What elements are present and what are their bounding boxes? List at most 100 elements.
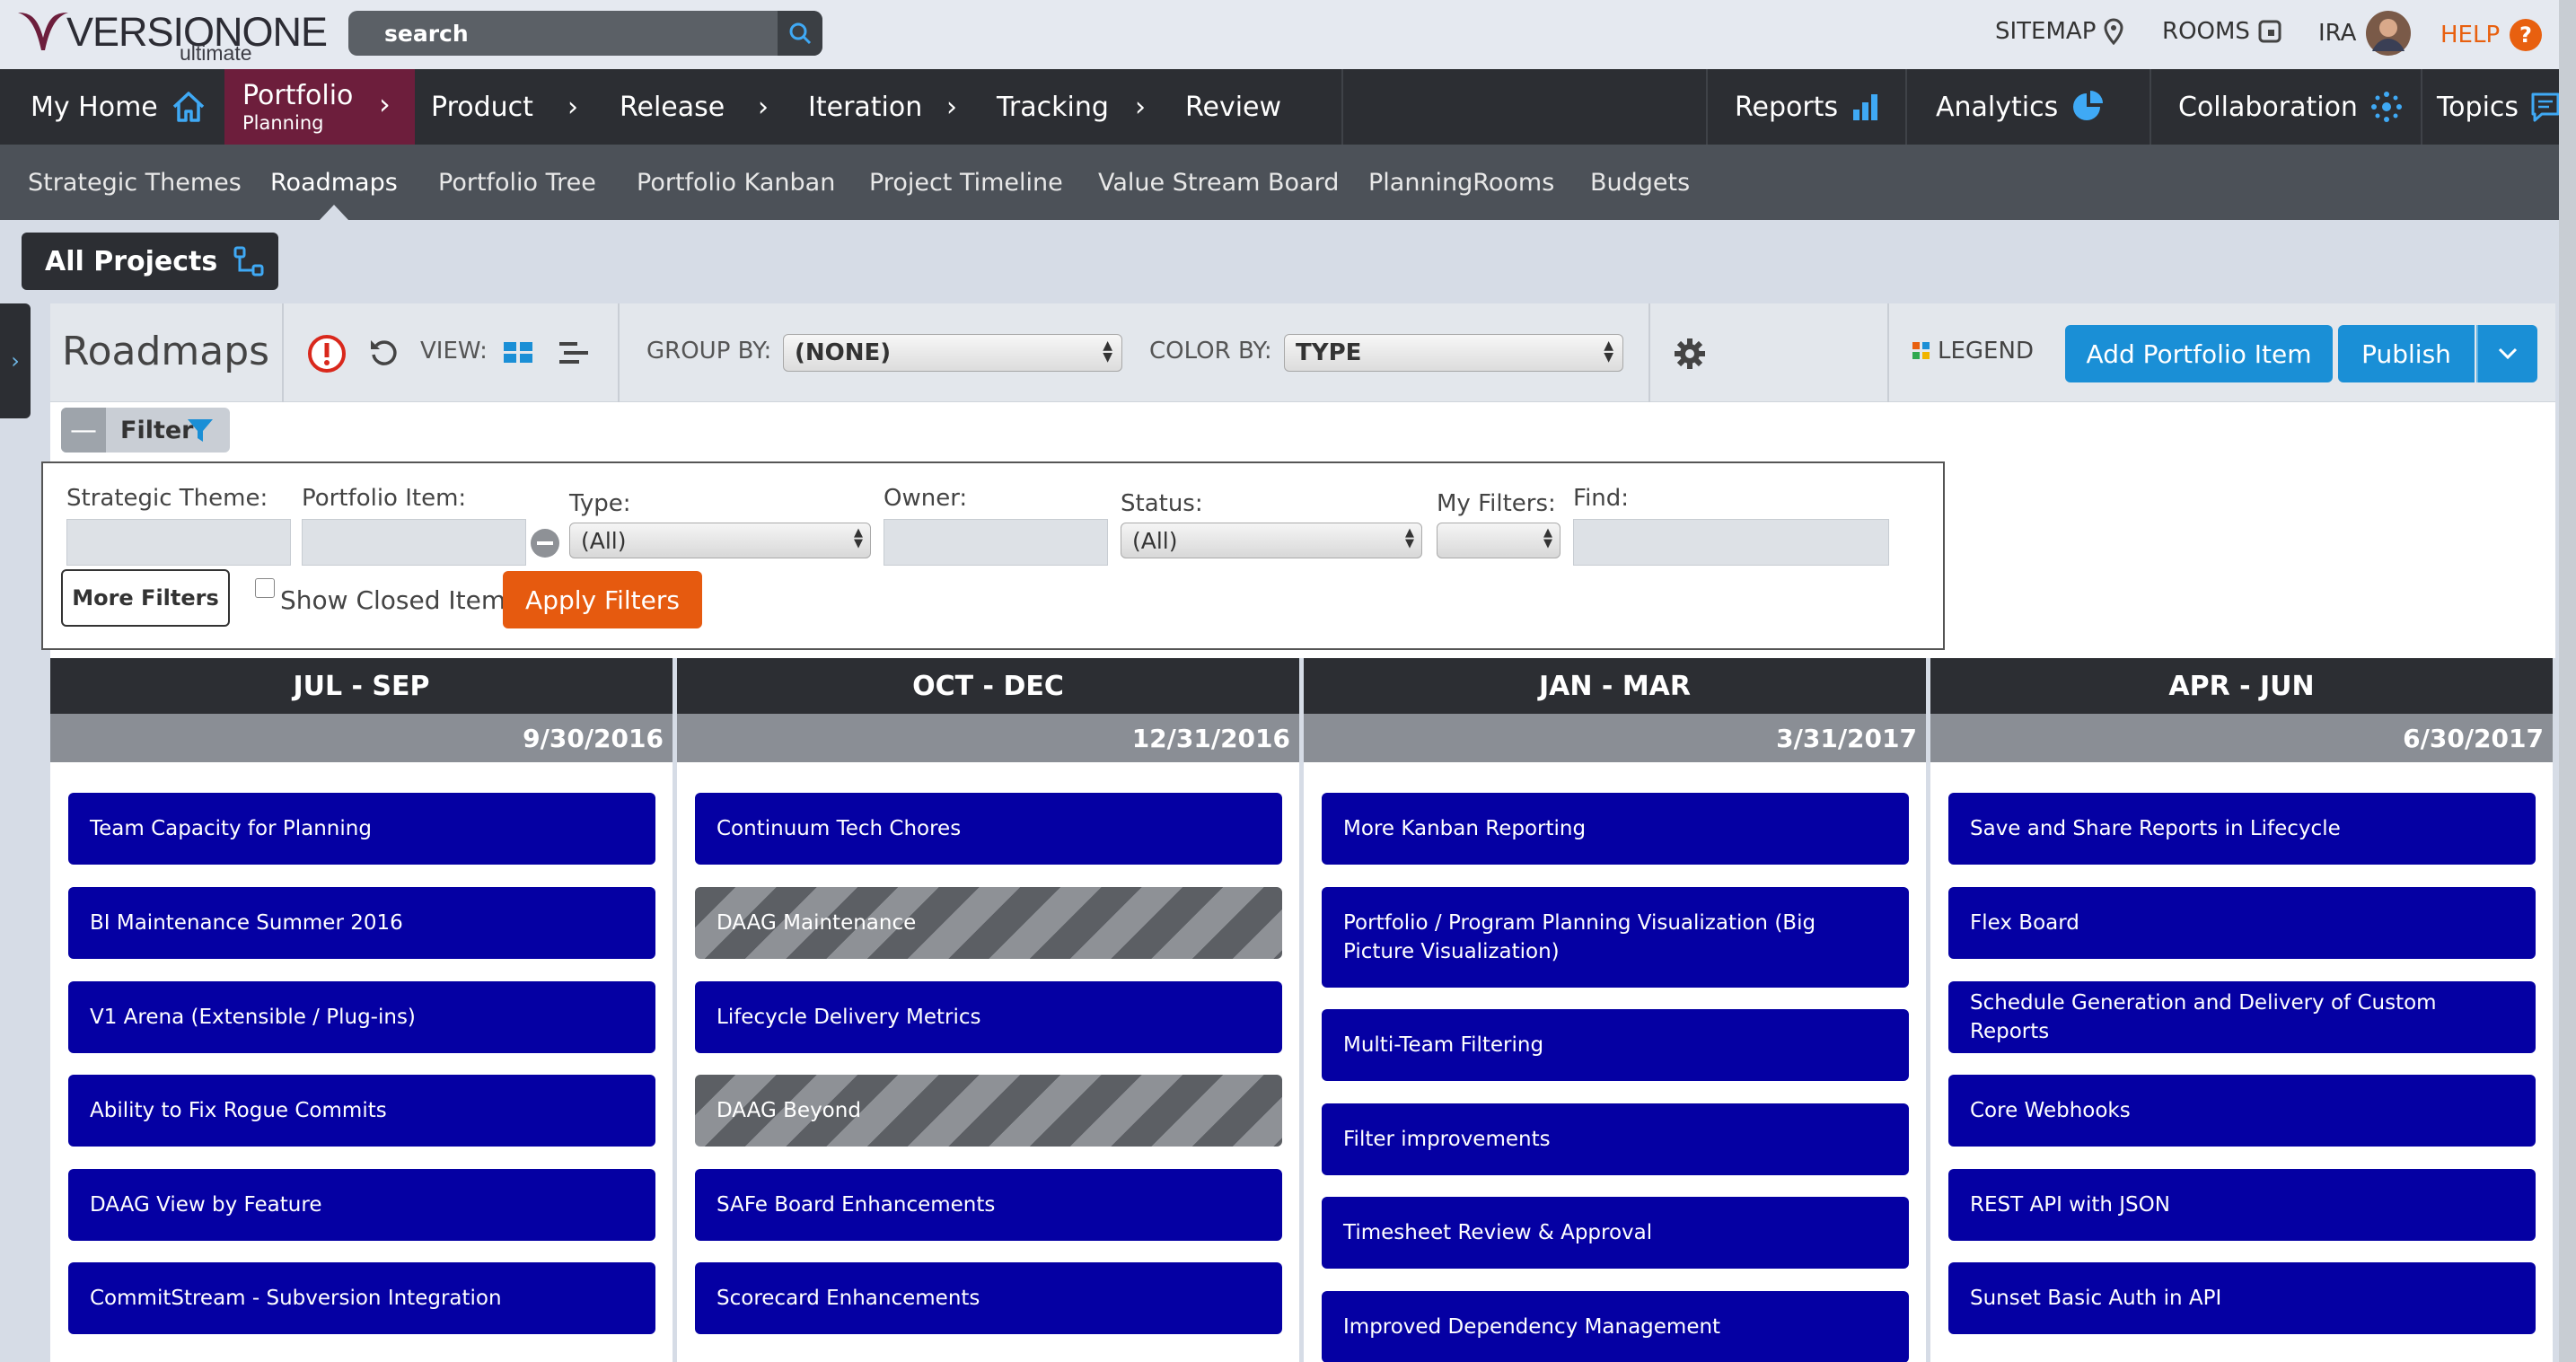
roadmap-card[interactable]: Ability to Fix Rogue Commits (68, 1075, 655, 1147)
roadmap-card[interactable]: More Kanban Reporting (1322, 793, 1909, 865)
refresh-icon[interactable] (368, 338, 399, 368)
user-menu[interactable]: IRA (2318, 9, 2412, 57)
page-scrollbar[interactable] (2559, 0, 2576, 1362)
side-panel-toggle[interactable]: › (0, 303, 31, 418)
subnav-value-stream-board[interactable]: Value Stream Board (1098, 145, 1339, 220)
color-by-value: TYPE (1296, 339, 1362, 366)
roadmap-card[interactable]: Filter improvements (1322, 1103, 1909, 1175)
roadmap-card[interactable]: Multi-Team Filtering (1322, 1009, 1909, 1081)
nav-tracking[interactable]: Tracking (997, 69, 1109, 145)
apply-filters-button[interactable]: Apply Filters (503, 571, 702, 628)
roadmap-card[interactable]: Save and Share Reports in Lifecycle (1948, 793, 2536, 865)
active-tab-indicator (320, 205, 348, 220)
roadmap-card[interactable]: Team Capacity for Planning (68, 793, 655, 865)
nav-topics[interactable]: Topics (2421, 69, 2576, 145)
publish-dropdown-button[interactable] (2476, 325, 2537, 382)
roadmap-card[interactable]: DAAG Beyond (695, 1075, 1282, 1147)
chevron-right-icon: › (379, 87, 391, 121)
roadmap-card[interactable]: SAFe Board Enhancements (695, 1169, 1282, 1241)
subnav-label: PlanningRooms (1368, 168, 1555, 197)
roadmap-card[interactable]: Core Webhooks (1948, 1075, 2536, 1147)
filter-toggle[interactable]: — Filter (61, 408, 230, 453)
group-by-select[interactable]: (NONE) ▲ ▼ (783, 334, 1122, 372)
nav-divider (1341, 69, 1343, 145)
show-closed-checkbox[interactable] (255, 578, 275, 598)
roadmap-card[interactable]: Sunset Basic Auth in API (1948, 1262, 2536, 1334)
remove-icon[interactable] (530, 528, 560, 558)
nav-collaboration[interactable]: Collaboration (2150, 69, 2419, 145)
my-filters-select[interactable]: ▲ ▼ (1437, 523, 1561, 558)
nav-analytics[interactable]: Analytics (1905, 69, 2148, 145)
roadmap-card[interactable]: Portfolio / Program Planning Visualizati… (1322, 887, 1909, 988)
help-link[interactable]: HELP ? (2440, 18, 2543, 52)
column-date: 3/31/2017 (1304, 714, 1926, 762)
roadmap-card[interactable]: DAAG View by Feature (68, 1169, 655, 1241)
nav-product[interactable]: Product (431, 69, 533, 145)
filter-panel: Strategic Theme: Portfolio Item: Type: (… (41, 461, 1945, 650)
roadmap-card[interactable]: Schedule Generation and Delivery of Cust… (1948, 981, 2536, 1053)
alert-icon[interactable] (307, 334, 347, 373)
roadmap-card[interactable]: Flex Board (1948, 887, 2536, 959)
color-by-select[interactable]: TYPE ▲ ▼ (1284, 334, 1623, 372)
add-portfolio-item-label: Add Portfolio Item (2086, 338, 2312, 369)
nav-iteration[interactable]: Iteration (808, 69, 922, 145)
toolbar-divider (282, 303, 284, 402)
status-label: Status: (1121, 490, 1203, 517)
rooms-icon (2258, 20, 2281, 43)
legend-icon (1912, 342, 1930, 359)
nav-portfolio[interactable]: Portfolio Planning › (224, 69, 415, 145)
roadmap-card[interactable]: V1 Arena (Extensible / Plug-ins) (68, 981, 655, 1053)
project-selector[interactable]: All Projects (22, 233, 278, 290)
rooms-link[interactable]: ROOMS (2162, 18, 2282, 45)
roadmap-card[interactable]: DAAG Maintenance (695, 887, 1282, 959)
subnav-project-timeline[interactable]: Project Timeline (869, 145, 1063, 220)
nav-collaboration-label: Collaboration (2178, 91, 2358, 123)
status-select[interactable]: (All) ▲ ▼ (1121, 523, 1422, 558)
subnav-budgets[interactable]: Budgets (1590, 145, 1690, 220)
my-filters-label: My Filters: (1437, 490, 1556, 517)
find-field[interactable] (1573, 519, 1889, 566)
nav-release[interactable]: Release (620, 69, 725, 145)
roadmap-card[interactable]: Lifecycle Delivery Metrics (695, 981, 1282, 1053)
type-select[interactable]: (All) ▲ ▼ (569, 523, 871, 558)
owner-field[interactable] (884, 519, 1108, 566)
grid-view-icon[interactable] (503, 341, 533, 365)
subnav-strategic-themes[interactable]: Strategic Themes (28, 145, 242, 220)
collapse-icon[interactable]: — (61, 408, 106, 453)
add-portfolio-item-button[interactable]: Add Portfolio Item (2065, 325, 2333, 382)
search-button[interactable] (778, 11, 822, 56)
roadmap-card[interactable]: Continuum Tech Chores (695, 793, 1282, 865)
timeline-view-icon[interactable] (558, 341, 589, 365)
sitemap-link[interactable]: SITEMAP (1995, 18, 2124, 45)
select-arrows-icon: ▲ ▼ (1604, 338, 1613, 365)
search-icon (789, 22, 812, 45)
nav-my-home[interactable]: My Home (31, 69, 207, 145)
search-input[interactable] (348, 11, 776, 56)
sub-nav: Strategic Themes Roadmaps Portfolio Tree… (0, 145, 2576, 220)
roadmap-card[interactable]: Scorecard Enhancements (695, 1262, 1282, 1334)
nav-review[interactable]: Review (1185, 69, 1281, 145)
more-filters-button[interactable]: More Filters (61, 569, 230, 627)
versionone-logo[interactable]: VERSIONONE ultimate (18, 5, 328, 65)
top-bar: VERSIONONE ultimate SITEMAP ROOMS IRA HE… (0, 0, 2576, 69)
more-filters-label: More Filters (72, 585, 219, 611)
show-closed-label[interactable]: Show Closed Items (280, 585, 519, 615)
subnav-planningrooms[interactable]: PlanningRooms (1368, 145, 1554, 220)
portfolio-item-field[interactable] (302, 519, 526, 566)
help-label: HELP (2440, 22, 2501, 48)
roadmap-card[interactable]: Timesheet Review & Approval (1322, 1197, 1909, 1269)
roadmap-card[interactable]: CommitStream - Subversion Integration (68, 1262, 655, 1334)
subnav-portfolio-tree[interactable]: Portfolio Tree (438, 145, 596, 220)
roadmap-card[interactable]: BI Maintenance Summer 2016 (68, 887, 655, 959)
legend-button[interactable]: LEGEND (1912, 338, 2034, 365)
nav-reports[interactable]: Reports (1706, 69, 1903, 145)
toolbar-divider (1887, 303, 1889, 402)
strategic-theme-field[interactable] (66, 519, 291, 566)
publish-button[interactable]: Publish (2338, 325, 2475, 382)
gear-icon[interactable] (1674, 338, 1706, 370)
subnav-portfolio-kanban[interactable]: Portfolio Kanban (637, 145, 835, 220)
nav-analytics-label: Analytics (1936, 91, 2059, 123)
roadmap-card[interactable]: REST API with JSON (1948, 1169, 2536, 1241)
roadmap-card[interactable]: Improved Dependency Management (1322, 1291, 1909, 1362)
chevron-right-icon: › (946, 91, 957, 123)
